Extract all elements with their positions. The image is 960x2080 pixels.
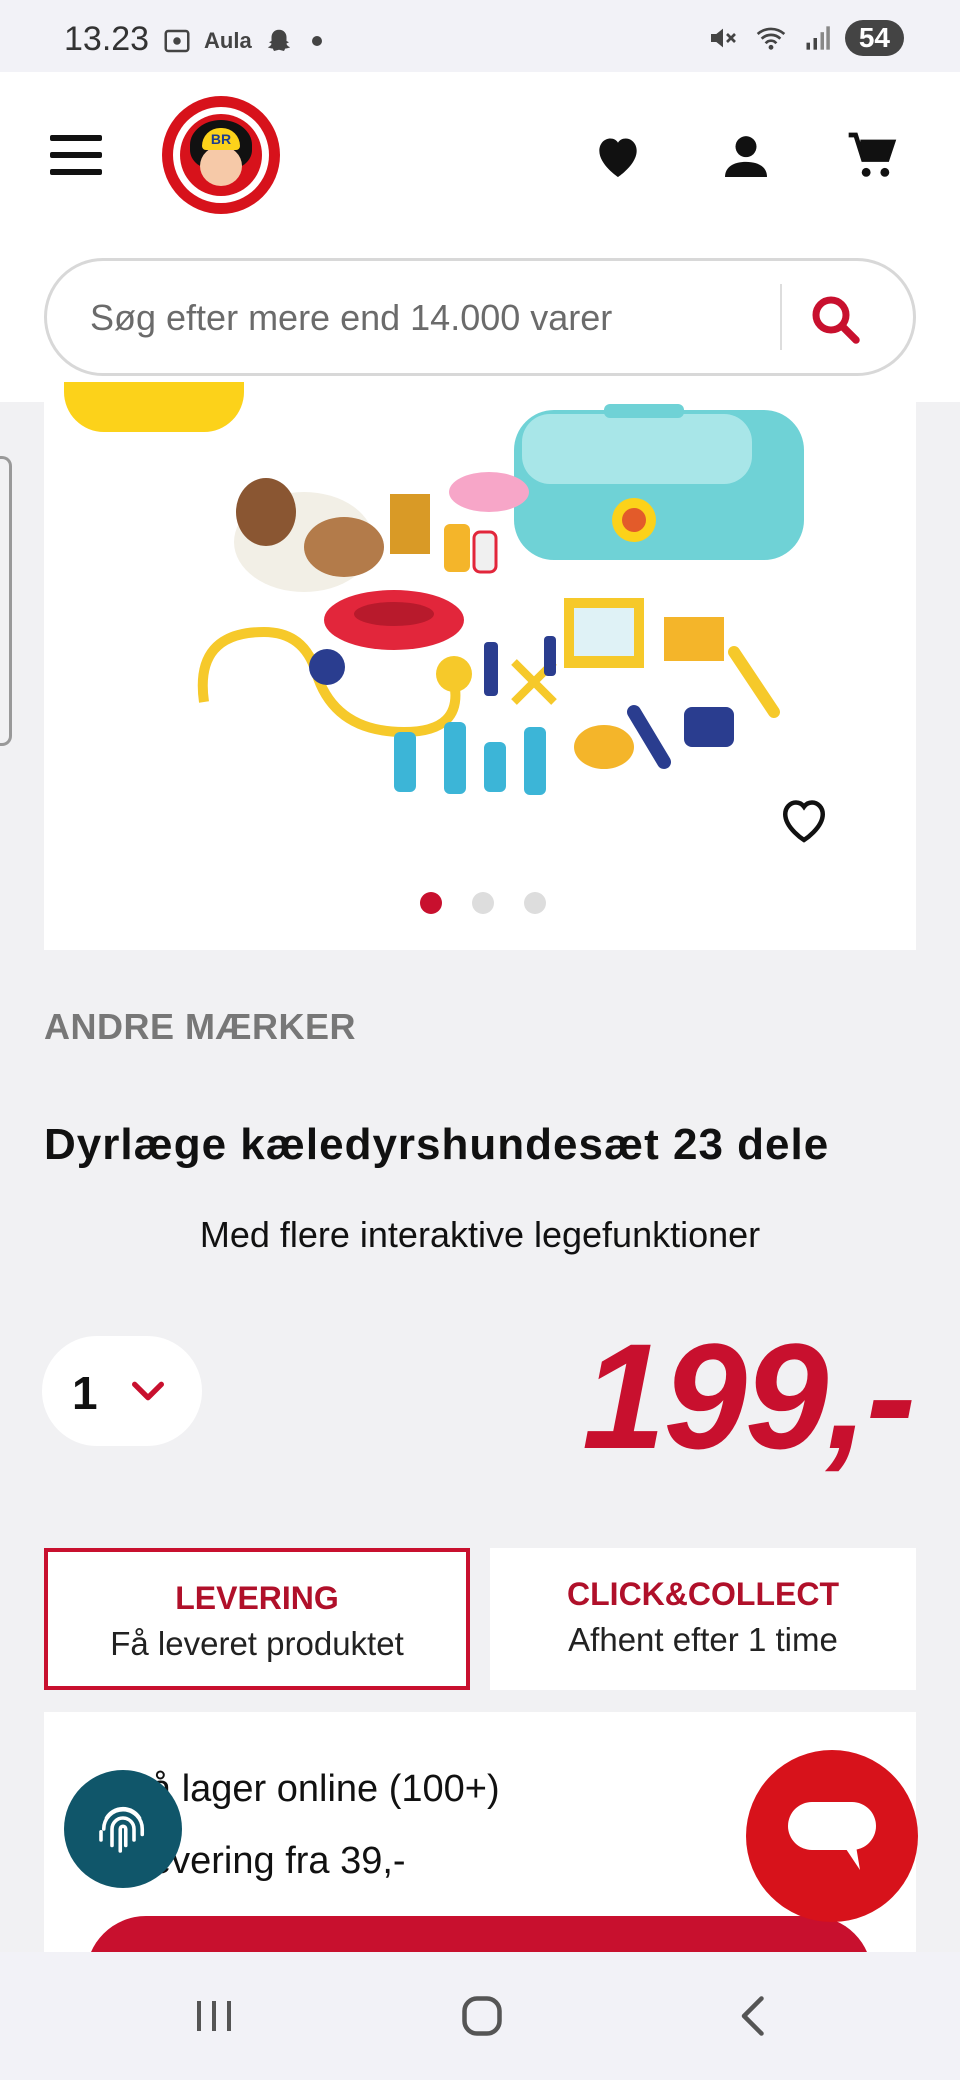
quantity-value: 1 [72, 1367, 98, 1419]
delivery-price-info: evering fra 39,- [150, 1840, 406, 1882]
tab-levering-subtitle: Få leveret produktet [110, 1625, 404, 1662]
cart-icon[interactable] [842, 128, 902, 184]
product-price: 199,- [582, 1312, 916, 1480]
status-time: 13.23 [64, 20, 150, 58]
status-left-icons: Aula [162, 26, 322, 56]
search-icon[interactable] [806, 290, 866, 350]
chevron-down-icon [132, 1381, 164, 1401]
battery-indicator: 54 [844, 20, 904, 56]
wifi-icon [756, 27, 786, 50]
product-title: Dyrlæge kæledyrshundesæt 23 dele [44, 1120, 830, 1169]
product-image [197, 404, 804, 795]
wishlist-heart-icon[interactable] [588, 128, 648, 184]
fingerprint-icon [99, 1806, 145, 1853]
search-divider [780, 284, 782, 350]
tab-levering-title: LEVERING [175, 1580, 339, 1616]
product-brand[interactable]: ANDRE MÆRKER [44, 1006, 356, 1048]
product-image-carousel[interactable] [44, 402, 916, 950]
carousel-dot[interactable] [420, 892, 442, 914]
status-right: 54 [707, 20, 904, 56]
tab-click-collect-subtitle: Afhent efter 1 time [568, 1621, 838, 1658]
search-placeholder: Søg efter mere end 14.000 varer [90, 297, 613, 338]
snapchat-icon [267, 29, 290, 51]
product-badge [64, 382, 244, 432]
mute-icon [710, 28, 736, 48]
recent-apps-icon[interactable] [184, 1986, 244, 2046]
carousel-dot[interactable] [524, 892, 546, 914]
notification-dot-icon [311, 36, 322, 46]
tab-click-collect[interactable]: CLICK&COLLECT Afhent efter 1 time [490, 1548, 916, 1690]
back-icon[interactable] [724, 1986, 784, 2046]
quantity-select[interactable] [42, 1336, 202, 1446]
account-icon[interactable] [716, 128, 776, 184]
signal-icon [806, 26, 830, 50]
tab-levering[interactable]: LEVERING Få leveret produktet [44, 1548, 470, 1690]
screenshot-icon [164, 29, 190, 53]
side-panel-handle[interactable] [0, 456, 12, 746]
chat-bubble-icon [788, 1802, 876, 1870]
br-logo[interactable]: BR [162, 96, 280, 214]
menu-icon[interactable] [50, 135, 102, 175]
stock-status: å lager online (100+) [150, 1768, 500, 1810]
aula-label: Aula [204, 28, 252, 53]
home-icon[interactable] [452, 1986, 512, 2046]
carousel-dot[interactable] [472, 892, 494, 914]
favorite-heart-icon[interactable] [772, 790, 836, 850]
carousel-dots [420, 892, 546, 914]
chat-button[interactable] [746, 1750, 918, 1922]
fingerprint-button[interactable] [64, 1770, 182, 1888]
product-subtitle: Med flere interaktive legefunktioner [199, 1214, 761, 1255]
tab-click-collect-title: CLICK&COLLECT [567, 1576, 839, 1612]
